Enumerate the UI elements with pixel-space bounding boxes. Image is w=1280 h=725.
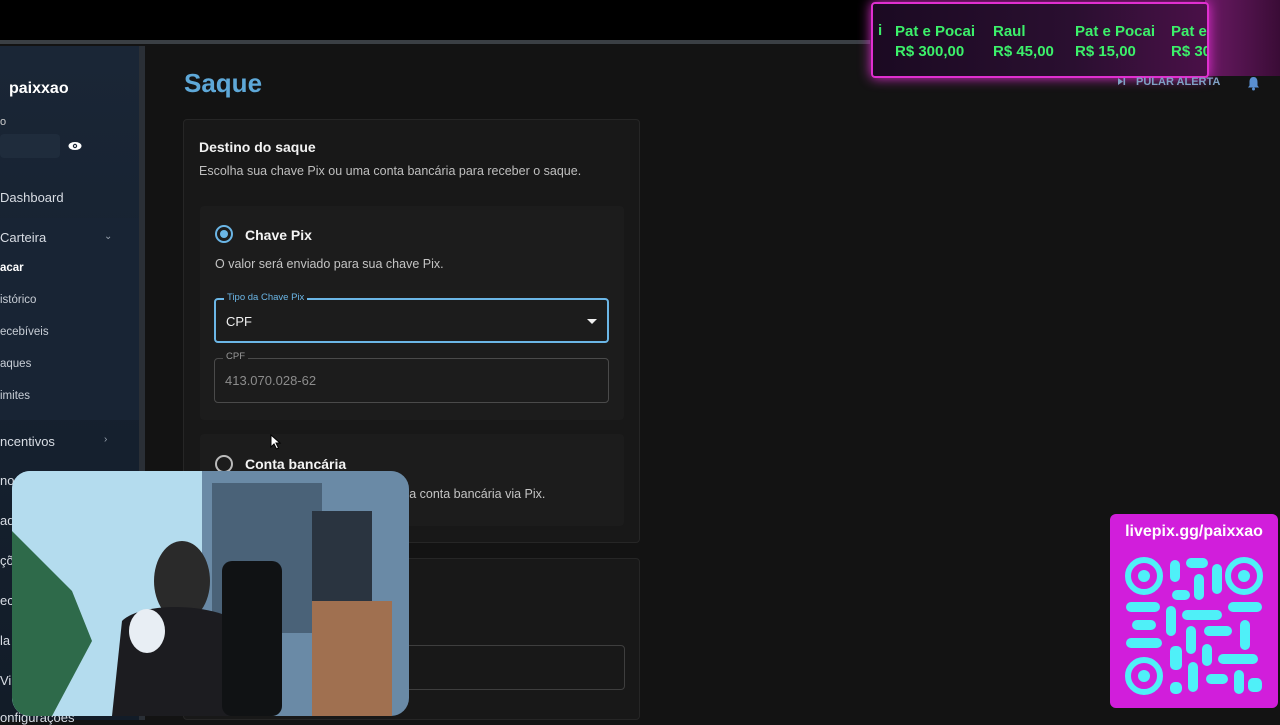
- destination-title: Destino do saque: [199, 139, 316, 155]
- key-type-label: Tipo da Chave Pix: [224, 292, 308, 303]
- bell-icon[interactable]: [1246, 76, 1261, 91]
- sidebar-subitem-historico[interactable]: istórico: [0, 294, 36, 306]
- mouse-cursor-icon: [270, 434, 282, 450]
- amount-input[interactable]: [399, 645, 625, 690]
- page-title: Saque: [184, 68, 263, 98]
- donation-item: Raul R$ 45,00: [993, 22, 1054, 62]
- bank-description: sua conta bancária via Pix.: [396, 487, 546, 501]
- donor-name: Pat e: [1171, 23, 1207, 40]
- cpf-field[interactable]: CPF 413.070.028-62: [214, 351, 609, 403]
- donor-name: Pat e Pocai: [1075, 23, 1156, 40]
- donation-amount: R$ 45,00: [993, 43, 1054, 60]
- key-type-value: CPF: [226, 314, 252, 329]
- sidebar-item-cut-5[interactable]: la: [0, 633, 10, 648]
- skip-alert-button[interactable]: PULAR ALERTA: [1136, 76, 1220, 88]
- balance-label: o: [0, 116, 7, 128]
- donor-name: Raul: [993, 23, 1026, 40]
- eye-icon[interactable]: [68, 139, 82, 153]
- ticker-glow: [1205, 0, 1280, 76]
- top-divider: [0, 40, 870, 44]
- sidebar-subitem-limites[interactable]: imites: [0, 390, 30, 402]
- donor-name: Pat e Pocai: [895, 23, 976, 40]
- bank-title: Conta bancária: [245, 456, 347, 472]
- chevron-down-icon[interactable]: ⌄: [104, 231, 112, 242]
- pix-title: Chave Pix: [245, 227, 312, 243]
- ticker-prefix: i: [878, 22, 883, 39]
- sidebar-item-cut-6[interactable]: Vi: [0, 673, 11, 688]
- donation-ticker: i Pat e Pocai R$ 300,00 Raul R$ 45,00 Pa…: [871, 2, 1209, 78]
- donation-item: Pat e R$ 30: [1171, 22, 1209, 62]
- sidebar-subitem-recebiveis[interactable]: ecebíveis: [0, 326, 49, 338]
- sidebar-subitem-sacar[interactable]: acar: [0, 262, 24, 274]
- donation-item: Pat e Pocai R$ 300,00: [895, 22, 975, 62]
- donation-amount: R$ 300,00: [895, 43, 965, 60]
- donation-amount: R$ 15,00: [1075, 43, 1136, 60]
- pix-radio[interactable]: [215, 225, 233, 243]
- user-name: paixxao: [9, 80, 69, 97]
- skip-icon[interactable]: [1117, 77, 1126, 86]
- balance-value: [0, 134, 60, 158]
- caret-down-icon[interactable]: [587, 319, 597, 324]
- pix-description: O valor será enviado para sua chave Pix.: [215, 257, 444, 271]
- donation-amount: R$ 30: [1171, 43, 1209, 60]
- key-type-select[interactable]: Tipo da Chave Pix CPF: [214, 292, 609, 343]
- sidebar-item-dashboard[interactable]: Dashboard: [0, 190, 64, 205]
- sidebar-item-carteira[interactable]: Carteira: [0, 230, 46, 245]
- sidebar-item-incentivos[interactable]: ncentivos: [0, 434, 55, 449]
- donation-item: Pat e Pocai R$ 15,00: [1075, 22, 1155, 62]
- qr-code-icon: [1125, 557, 1263, 695]
- destination-description: Escolha sua chave Pix ou uma conta bancá…: [199, 164, 582, 178]
- webcam-feed: [12, 471, 409, 716]
- qr-url: livepix.gg/paixxao: [1125, 523, 1263, 540]
- chevron-right-icon[interactable]: ›: [104, 434, 107, 445]
- qr-panel: livepix.gg/paixxao: [1110, 514, 1278, 708]
- cpf-label: CPF: [223, 351, 248, 362]
- cpf-value: 413.070.028-62: [225, 373, 317, 388]
- webcam-image: [12, 471, 409, 716]
- sidebar-subitem-saques[interactable]: aques: [0, 358, 31, 370]
